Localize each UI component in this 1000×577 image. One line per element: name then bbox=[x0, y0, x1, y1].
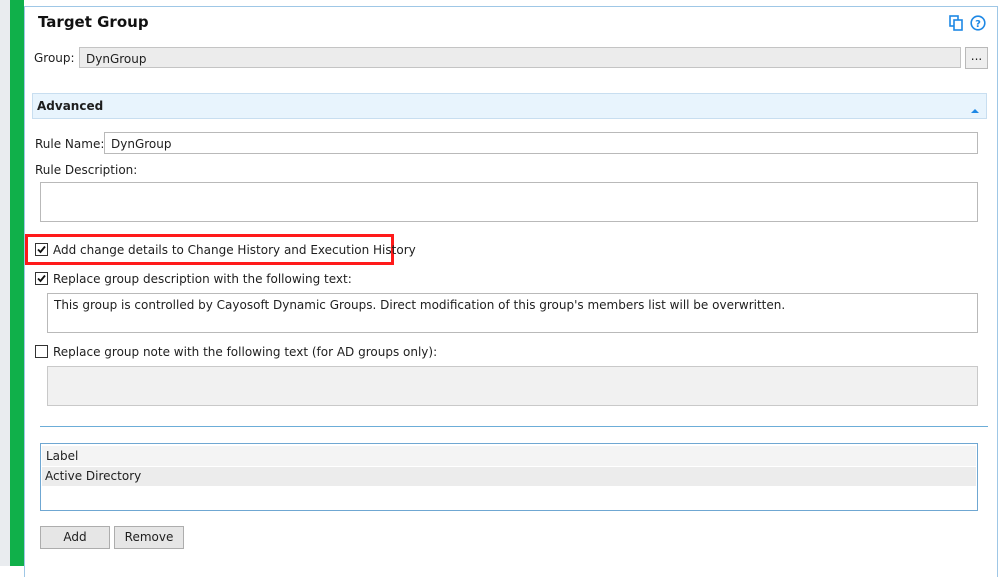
replace-description-label[interactable]: Replace group description with the follo… bbox=[53, 272, 352, 286]
section-divider bbox=[40, 426, 988, 427]
replace-description-checkbox[interactable] bbox=[35, 272, 48, 285]
status-accent-bar bbox=[10, 0, 24, 566]
remove-label-button[interactable]: Remove bbox=[114, 526, 184, 549]
change-history-label[interactable]: Add change details to Change History and… bbox=[53, 243, 416, 257]
advanced-section-header[interactable]: Advanced bbox=[32, 93, 987, 119]
labels-column-header[interactable]: Label bbox=[42, 446, 976, 466]
group-field[interactable]: DynGroup bbox=[79, 47, 961, 68]
svg-text:?: ? bbox=[975, 19, 981, 30]
help-icon[interactable]: ? bbox=[970, 15, 986, 31]
left-gutter bbox=[0, 0, 10, 566]
advanced-section-title: Advanced bbox=[37, 99, 104, 113]
browse-group-button[interactable]: ... bbox=[965, 47, 988, 69]
group-description-text-field[interactable]: This group is controlled by Cayosoft Dyn… bbox=[47, 293, 978, 333]
replace-note-label[interactable]: Replace group note with the following te… bbox=[53, 345, 437, 359]
labels-list[interactable]: Label Active Directory bbox=[40, 443, 978, 511]
target-group-panel: Target Group ? Group: DynGroup ... Advan… bbox=[0, 0, 1000, 577]
rule-description-label: Rule Description: bbox=[35, 163, 138, 177]
rule-description-field[interactable] bbox=[40, 182, 978, 222]
collapse-chevron-up-icon[interactable] bbox=[970, 100, 980, 113]
rule-name-field[interactable]: DynGroup bbox=[104, 132, 978, 154]
copy-icon[interactable] bbox=[948, 15, 964, 31]
group-note-text-field bbox=[47, 366, 978, 406]
add-label-button[interactable]: Add bbox=[40, 526, 110, 549]
list-item[interactable]: Active Directory bbox=[42, 467, 976, 486]
change-history-checkbox[interactable] bbox=[35, 243, 48, 256]
panel-title: Target Group bbox=[38, 13, 149, 31]
rule-name-label: Rule Name: bbox=[35, 137, 105, 151]
group-label: Group: bbox=[34, 51, 75, 65]
replace-note-checkbox[interactable] bbox=[35, 345, 48, 358]
